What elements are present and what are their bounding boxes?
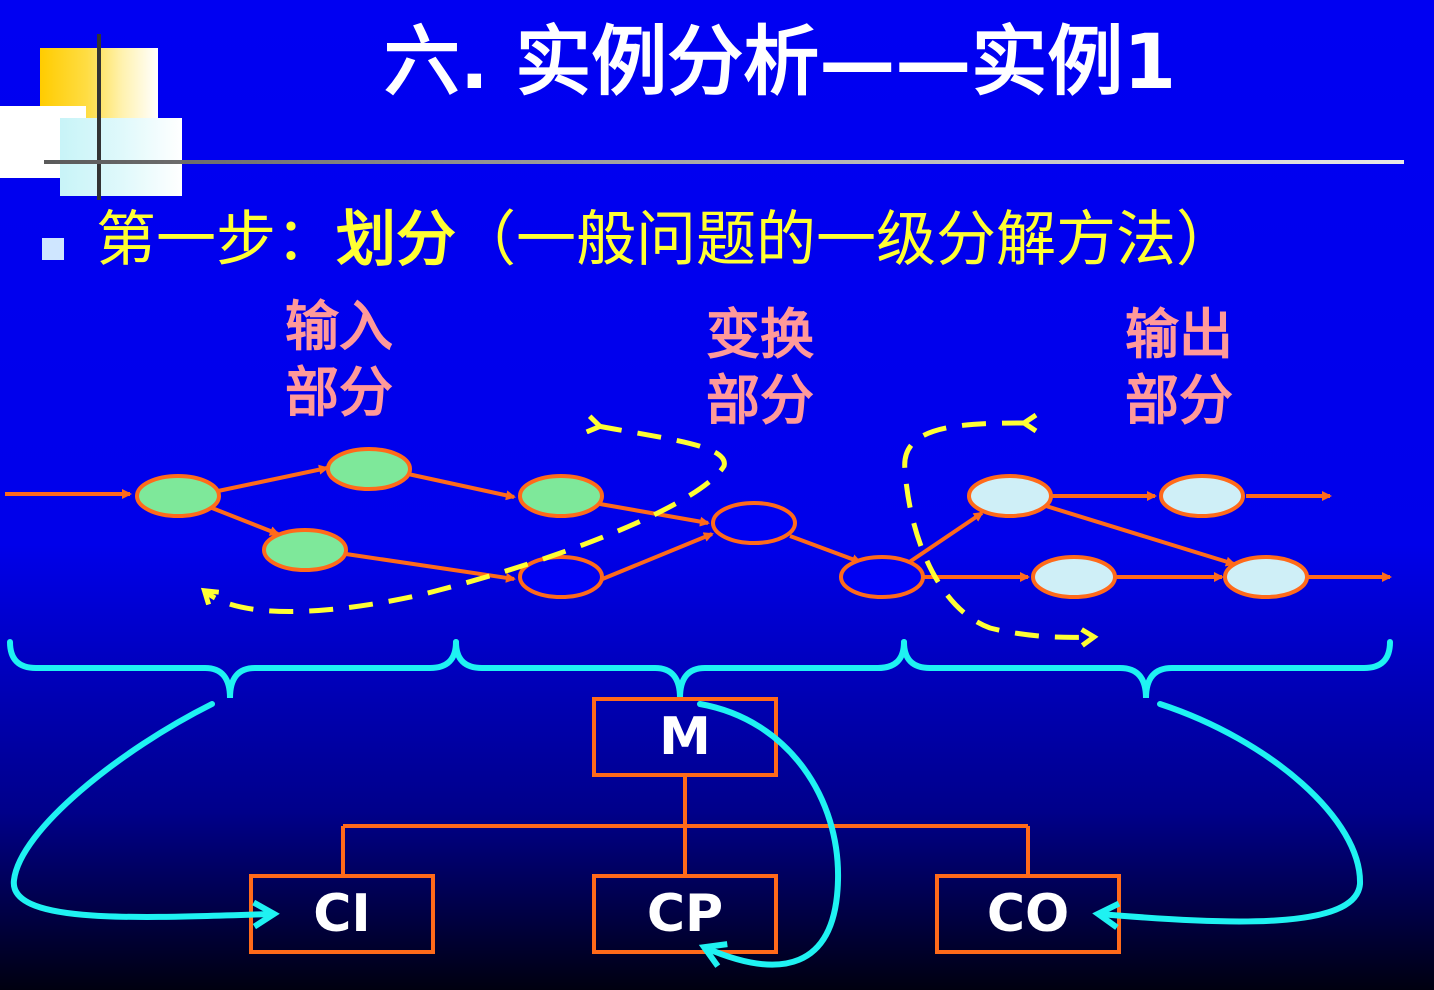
input-brace: [7, 639, 459, 699]
input-node-a1: [135, 474, 221, 518]
transform-node-c2: [518, 555, 604, 599]
module-cp-label: CP: [646, 884, 724, 944]
module-m-label: M: [659, 707, 711, 767]
module-ci-label: CI: [313, 884, 371, 944]
input-node-b2: [262, 528, 348, 572]
input-node-c1: [518, 474, 604, 518]
output-node-g1: [1031, 555, 1117, 599]
transform-node-d: [711, 501, 797, 545]
output-node-g2: [1223, 555, 1309, 599]
input-to-ci-arrow: [10, 701, 280, 930]
dashed-arrow-left-boundary: [206, 426, 727, 614]
flow-arrow-a1-b2: [211, 506, 280, 536]
output-to-co-arrow: [1092, 701, 1364, 930]
module-co-label: CO: [986, 884, 1070, 944]
flow-arrow-b1-c1: [407, 472, 516, 501]
part-braces: [7, 639, 1393, 699]
dataflow-diagram: [5, 0, 1393, 968]
flow-arrow-c2-d: [599, 532, 714, 582]
dashed-arrow-right-boundary: [902, 423, 1092, 637]
transform-brace: [453, 639, 907, 699]
output-node-f1: [967, 474, 1053, 518]
flow-arrow-a1-b1: [217, 464, 329, 493]
transform-node-e: [839, 555, 925, 599]
flow-arrow-d-e: [789, 534, 862, 564]
input-node-b1: [326, 447, 412, 491]
output-node-f2: [1159, 474, 1245, 518]
output-brace: [901, 639, 1393, 699]
module-tree-lines: [341, 776, 1030, 876]
